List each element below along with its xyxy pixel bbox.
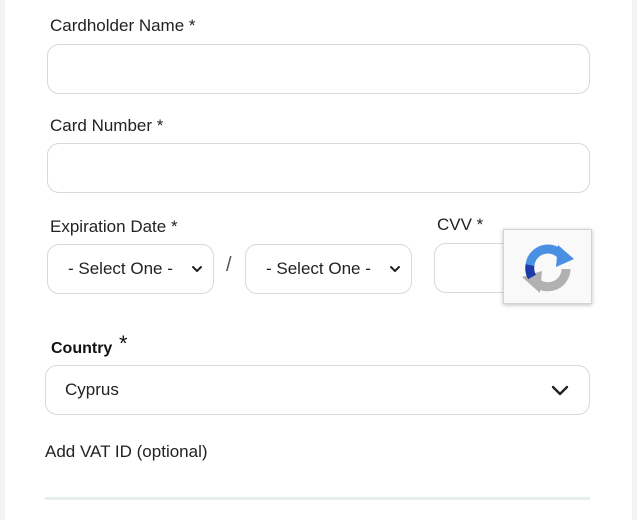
recaptcha-badge[interactable]	[503, 229, 592, 304]
country-label: Country	[51, 340, 113, 357]
expiration-year-value: - Select One -	[266, 259, 371, 278]
expiration-separator: /	[226, 254, 232, 276]
divider	[45, 497, 590, 500]
country-required-mark: *	[119, 331, 128, 356]
cvv-label: CVV *	[437, 215, 484, 234]
add-vat-id-link[interactable]: Add VAT ID (optional)	[45, 442, 208, 462]
country-value: Cyprus	[65, 380, 119, 399]
expiration-month-select[interactable]: - Select One -	[47, 244, 214, 294]
expiration-date-label: Expiration Date *	[50, 217, 178, 236]
payment-form: Cardholder Name * Card Number * Expirati…	[0, 0, 637, 520]
card-number-input[interactable]	[47, 143, 590, 193]
chevron-down-icon	[192, 266, 202, 272]
expiration-month-value: - Select One -	[68, 259, 173, 278]
country-select[interactable]: Cyprus	[45, 365, 590, 415]
card-number-label: Card Number *	[50, 116, 164, 135]
cardholder-name-input[interactable]	[47, 44, 590, 94]
cardholder-name-label: Cardholder Name *	[50, 16, 196, 35]
expiration-year-select[interactable]: - Select One -	[245, 244, 412, 294]
chevron-down-icon	[390, 266, 400, 272]
recaptcha-icon	[522, 244, 574, 293]
chevron-down-icon	[551, 385, 569, 396]
